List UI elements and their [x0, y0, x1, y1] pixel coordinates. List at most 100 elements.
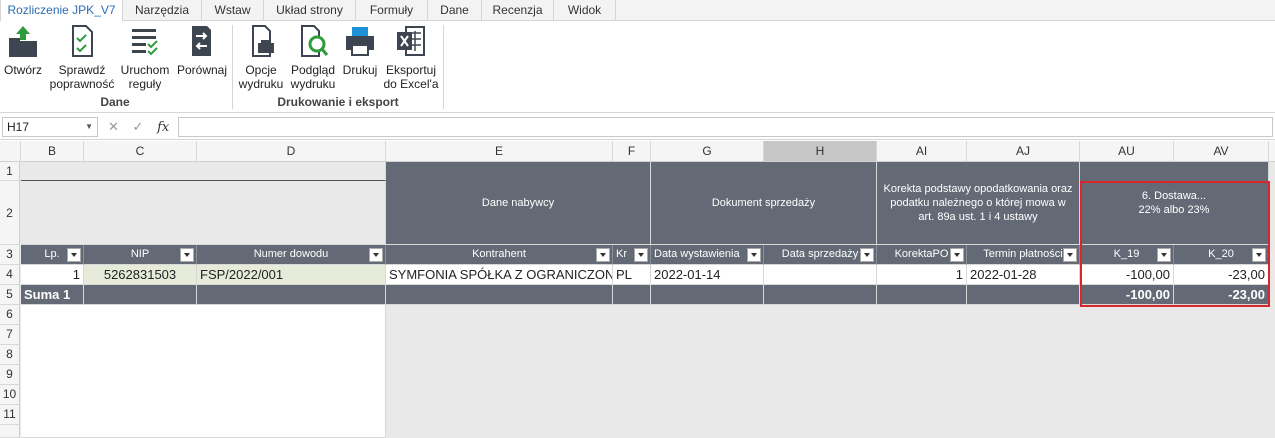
sum-cell[interactable] [84, 285, 197, 305]
cell-data-sprzedazy[interactable] [764, 265, 877, 285]
band-dostawa[interactable]: 6. Dostawa... 22% albo 23% [1080, 162, 1269, 245]
filter-dropdown-icon[interactable] [860, 248, 874, 262]
row-header-7[interactable]: 7 [0, 325, 20, 345]
export-excel-button[interactable]: Eksportuj do Excel'a [382, 23, 440, 91]
tab-recenzja[interactable]: Recenzja [482, 0, 554, 21]
check-correctness-button[interactable]: Sprawdź poprawność [48, 23, 116, 91]
empty-area-right[interactable] [386, 305, 1275, 438]
sum-k20[interactable]: -23,00 [1174, 285, 1269, 305]
column-header-au[interactable]: AU [1080, 141, 1174, 162]
tab-rozliczenie-jpk[interactable]: Rozliczenie JPK_V7 [0, 0, 123, 22]
filter-dropdown-icon[interactable] [369, 248, 383, 262]
sum-cell[interactable] [967, 285, 1080, 305]
tab-wstaw[interactable]: Wstaw [202, 0, 264, 21]
cell-numer-dowodu[interactable]: FSP/2022/001 [197, 265, 386, 285]
row-header-3[interactable]: 3 [0, 245, 20, 265]
sum-cell[interactable] [877, 285, 967, 305]
filter-dropdown-icon[interactable] [67, 248, 81, 262]
function-icon[interactable]: fx [157, 120, 169, 135]
row-header-10[interactable]: 10 [0, 385, 20, 405]
header-numer-dowodu[interactable]: Numer dowodu [197, 245, 386, 265]
cell-korekta-po[interactable]: 1 [877, 265, 967, 285]
name-box[interactable]: H17 ▼ [2, 117, 98, 137]
header-lp[interactable]: Lp. [21, 245, 84, 265]
row-header-11[interactable]: 11 [0, 405, 20, 425]
column-header-b[interactable]: B [21, 141, 84, 162]
chevron-down-icon[interactable]: ▼ [85, 118, 93, 136]
sum-cell[interactable] [386, 285, 613, 305]
column-header-ai[interactable]: AI [877, 141, 967, 162]
header-korekta-po[interactable]: KorektaPO [877, 245, 967, 265]
compare-button[interactable]: Porównaj [175, 23, 229, 77]
header-nip[interactable]: NIP [84, 245, 197, 265]
formula-input[interactable] [178, 117, 1273, 137]
filter-dropdown-icon[interactable] [747, 248, 761, 262]
column-header-d[interactable]: D [197, 141, 386, 162]
open-folder-icon [9, 26, 37, 57]
band-korekta[interactable]: Korekta podstawy opodatkowania oraz poda… [877, 162, 1080, 245]
tab-formuly[interactable]: Formuły [356, 0, 428, 21]
cell-data-wystawienia[interactable]: 2022-01-14 [651, 265, 764, 285]
column-header-h[interactable]: H [764, 141, 877, 162]
open-button[interactable]: Otwórz [2, 23, 44, 77]
filter-dropdown-icon[interactable] [596, 248, 610, 262]
column-header-g[interactable]: G [651, 141, 764, 162]
print-preview-button[interactable]: Podgląd wydruku [288, 23, 338, 91]
select-all-corner[interactable] [0, 141, 21, 162]
row-header-6[interactable]: 6 [0, 305, 20, 325]
column-header-e[interactable]: E [386, 141, 613, 162]
column-header-aj[interactable]: AJ [967, 141, 1080, 162]
row-header-9[interactable]: 9 [0, 365, 20, 385]
header-k20[interactable]: K_20 [1174, 245, 1269, 265]
filter-dropdown-icon[interactable] [1157, 248, 1171, 262]
sum-k19[interactable]: -100,00 [1080, 285, 1174, 305]
filter-dropdown-icon[interactable] [1252, 248, 1266, 262]
print-button[interactable]: Drukuj [340, 23, 380, 77]
sum-cell[interactable] [764, 285, 877, 305]
header-data-sprzedazy[interactable]: Data sprzedaży [764, 245, 877, 265]
sum-label[interactable]: Suma 1 [21, 285, 84, 305]
header-data-wystawienia[interactable]: Data wystawienia [651, 245, 764, 265]
sum-cell[interactable] [197, 285, 386, 305]
row2-blank[interactable] [21, 181, 386, 245]
filter-dropdown-icon[interactable] [950, 248, 964, 262]
column-header-c[interactable]: C [84, 141, 197, 162]
column-header-f[interactable]: F [613, 141, 651, 162]
header-kr[interactable]: Kr [613, 245, 651, 265]
tab-uklad-strony[interactable]: Układ strony [264, 0, 356, 21]
confirm-icon[interactable]: ✓ [133, 119, 144, 134]
row1-blank[interactable] [21, 162, 386, 181]
cancel-icon[interactable]: ✕ [108, 119, 119, 134]
header-kontrahent[interactable]: Kontrahent [386, 245, 613, 265]
sum-cell[interactable] [613, 285, 651, 305]
row-header-4[interactable]: 4 [0, 265, 20, 285]
header-lp-text: Lp. [44, 248, 60, 260]
tab-widok[interactable]: Widok [554, 0, 616, 21]
row-header-8[interactable]: 8 [0, 345, 20, 365]
tab-dane[interactable]: Dane [428, 0, 482, 21]
cell-lp[interactable]: 1 [21, 265, 84, 285]
header-k19[interactable]: K_19 [1080, 245, 1174, 265]
band-dokument-sprzedazy[interactable]: Dokument sprzedaży [651, 162, 877, 245]
row-header-2[interactable]: 2 [0, 181, 20, 245]
run-rules-button[interactable]: Uruchom reguły [118, 23, 172, 91]
row-header-5[interactable]: 5 [0, 285, 20, 305]
filter-dropdown-icon[interactable] [180, 248, 194, 262]
cell-k20[interactable]: -23,00 [1174, 265, 1269, 285]
cell-kr[interactable]: PL [613, 265, 651, 285]
cell-termin-platnosci[interactable]: 2022-01-28 [967, 265, 1080, 285]
formula-bar-icons: ✕ ✓ fx [108, 117, 179, 137]
sum-cell[interactable] [651, 285, 764, 305]
filter-dropdown-icon[interactable] [1063, 248, 1077, 262]
filter-dropdown-icon[interactable] [634, 248, 648, 262]
empty-area-left[interactable] [21, 305, 386, 438]
tab-narzedzia[interactable]: Narzędzia [123, 0, 202, 21]
row-header-1[interactable]: 1 [0, 162, 20, 181]
header-termin-platnosci[interactable]: Termin płatności [967, 245, 1080, 265]
cell-kontrahent[interactable]: SYMFONIA SPÓŁKA Z OGRANICZONĄ ODPOWIEDZI… [386, 265, 613, 285]
cell-k19[interactable]: -100,00 [1080, 265, 1174, 285]
print-options-button[interactable]: Opcje wydruku [236, 23, 286, 91]
band-dane-nabywcy[interactable]: Dane nabywcy [386, 162, 651, 245]
cell-nip[interactable]: 5262831503 [84, 265, 197, 285]
column-header-av[interactable]: AV [1174, 141, 1269, 162]
